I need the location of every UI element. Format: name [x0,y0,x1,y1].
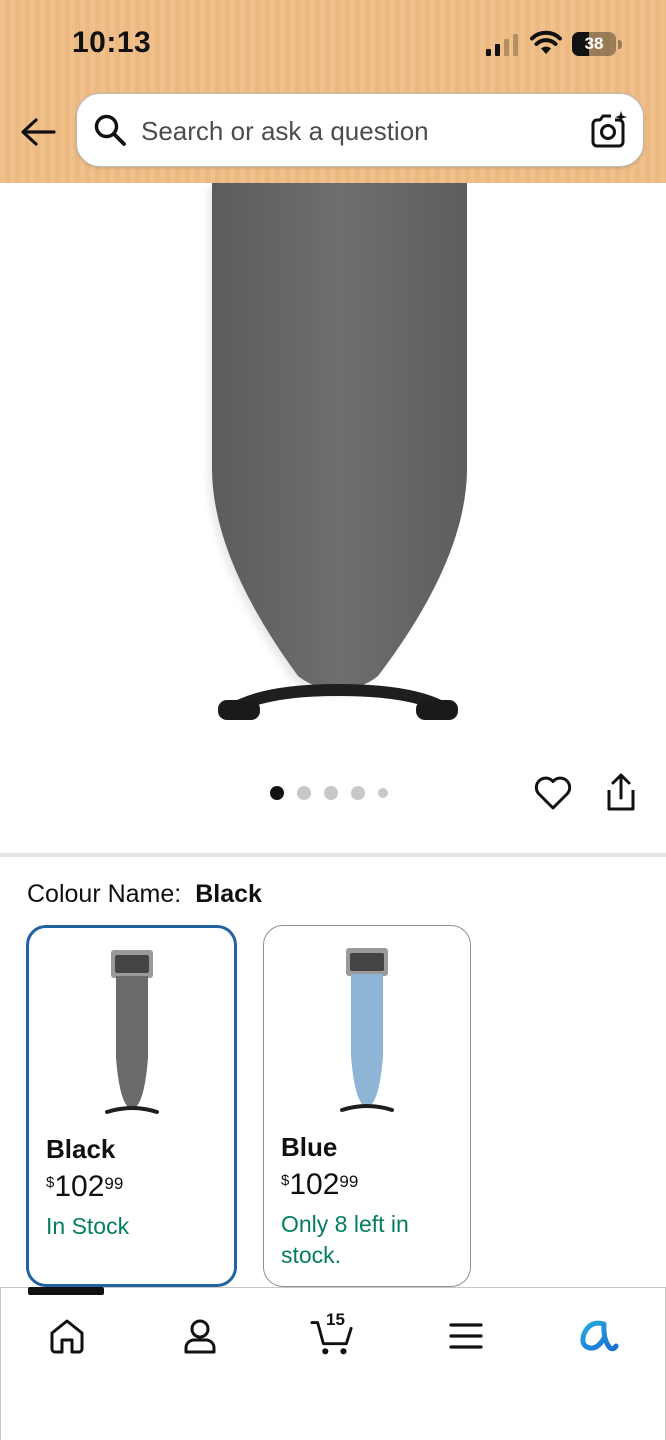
status-time: 10:13 [72,26,152,59]
nav-menu[interactable] [444,1314,488,1358]
pagination-dot[interactable] [297,786,311,800]
price-currency: $ [46,1174,55,1191]
product-page-screen: 10:13 38 Search or ask a question Colour… [0,0,666,1440]
pagination-dot[interactable] [378,788,388,798]
black-board-thumbnail [104,950,159,1114]
active-tab-indicator [28,1287,104,1295]
nav-rufus-ai[interactable] [576,1314,620,1358]
pagination-dot[interactable] [351,786,365,800]
app-header: 10:13 38 Search or ask a question [0,0,666,183]
colour-option-price: $10299 [46,1170,123,1204]
stock-status: In Stock [46,1213,130,1239]
image-pagination-dots[interactable] [270,785,388,801]
pagination-dot[interactable] [324,786,338,800]
price-currency: $ [281,1172,290,1189]
battery-tip [618,40,622,49]
colour-label-text: Colour Name: [27,880,182,908]
heart-icon[interactable] [533,773,573,813]
nav-account[interactable] [178,1314,222,1358]
camera-sparkle-icon[interactable] [589,110,629,150]
stock-status: Only 8 left in stock. [281,1211,409,1268]
price-whole: 102 [289,1168,340,1201]
search-icon [94,114,126,146]
colour-selected-value: Black [195,880,262,908]
arrow-left-icon [21,118,56,146]
pagination-dot[interactable] [270,786,284,800]
wifi-icon [530,30,562,54]
price-cents: 99 [104,1174,124,1193]
section-divider [0,853,666,857]
battery-indicator: 38 [572,32,622,56]
share-icon[interactable] [602,772,640,814]
nav-home[interactable] [45,1314,89,1358]
blue-board-thumbnail [340,948,394,1112]
back-button[interactable] [18,112,58,152]
account-icon [184,1319,216,1354]
colour-option-name: Blue [281,1132,338,1162]
menu-icon [449,1323,483,1349]
product-image[interactable] [0,183,666,743]
search-bar[interactable]: Search or ask a question [76,93,644,167]
price-whole: 102 [54,1170,105,1203]
battery-percent: 38 [584,34,604,53]
colour-option-blue[interactable]: Blue $10299 Only 8 left in stock. [263,925,471,1287]
price-cents: 99 [339,1172,359,1191]
cart-count-badge: 15 [326,1310,345,1329]
rufus-ai-icon [580,1320,619,1352]
home-icon [50,1319,84,1354]
search-input[interactable]: Search or ask a question [141,116,429,147]
colour-option-black[interactable]: Black $10299 In Stock [26,925,237,1287]
colour-option-price: $10299 [281,1168,358,1202]
cellular-signal-icon [486,34,518,56]
colour-option-name: Black [46,1134,116,1164]
colour-name-label: Colour Name: Black [27,880,262,909]
